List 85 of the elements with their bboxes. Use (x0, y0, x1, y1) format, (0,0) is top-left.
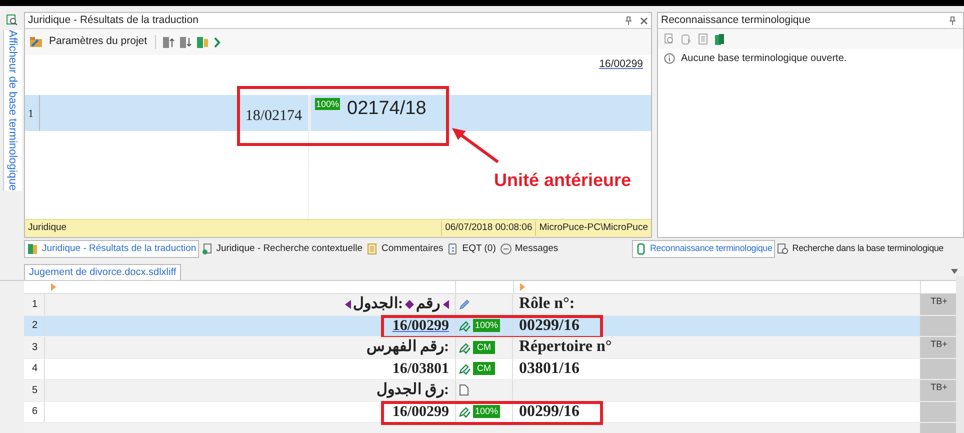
chevron-right-icon[interactable] (213, 36, 222, 48)
match-badge: 100% (315, 98, 340, 110)
status-user: MicroPuce-PC\MicroPuce (535, 221, 651, 236)
segment-row[interactable]: 4 16/03801 CM 03801/16 (24, 358, 958, 380)
source-text: 16/03801 (392, 360, 449, 378)
book-icon[interactable] (714, 32, 725, 46)
tag-icon (405, 300, 414, 309)
source-text: الجدول: (353, 295, 403, 314)
triangle-icon (51, 283, 56, 291)
panel-tab[interactable]: Recherche dans la base terminologique (775, 240, 946, 258)
tb-cell: TB+ (920, 337, 958, 358)
pin-icon[interactable] (625, 16, 632, 25)
source-text: رق الجدول: (376, 381, 449, 400)
tag-icon (442, 300, 449, 309)
panel-tab[interactable]: Juridique - Recherche contextuelle (199, 240, 364, 258)
panel-tab[interactable]: Messages (498, 240, 560, 258)
panel-tab[interactable]: Reconnaissance terminologique (632, 240, 776, 258)
messages-icon (500, 243, 512, 255)
match-badge: CM (473, 340, 495, 354)
row-number: 5 (24, 380, 45, 400)
dropdown-icon[interactable] (951, 269, 958, 274)
annotation-label: Unité antérieure (494, 169, 632, 192)
document-icon (458, 384, 471, 397)
status-name: Juridique (27, 221, 68, 236)
search-icon (777, 243, 790, 255)
source-text: رقم الفهرس: (366, 338, 449, 357)
pencil-check-icon (458, 340, 471, 354)
pointer-arrow (451, 127, 500, 164)
tb-cell (920, 358, 958, 379)
pencil-check-icon (458, 405, 471, 418)
pencil-icon (458, 298, 471, 311)
panel-title: Juridique - Résultats de la traduction (28, 12, 200, 28)
row-number: 2 (24, 316, 45, 336)
tb-cell: TB+ (920, 380, 958, 400)
row-number: 1 (24, 294, 45, 314)
source-text: 16/00299 (392, 316, 449, 336)
side-tab[interactable]: Afficheur de base terminologique (2, 30, 22, 191)
tag-icon (344, 300, 351, 309)
panel-title: Reconnaissance terminologique (661, 12, 812, 28)
match-badge: CM (473, 362, 495, 376)
target-text: Rôle n°: (519, 294, 575, 314)
source-text: 16/00299 (392, 402, 449, 422)
match-badge: 100% (473, 319, 500, 332)
target-text: Répertoire n° (519, 337, 612, 358)
panel-tab[interactable]: Juridique - Résultats de la traduction (24, 240, 200, 258)
target-text: 02174/18 (347, 98, 426, 120)
list-up-icon[interactable] (162, 36, 176, 48)
row-number: 3 (24, 337, 45, 358)
target-text: 00299/16 (519, 316, 580, 336)
source-text: رقم (416, 295, 440, 314)
scrollbar[interactable] (956, 276, 964, 433)
target-text: 00299/16 (519, 402, 580, 422)
tb-cell (920, 316, 958, 336)
status-date: 06/07/2018 00:08:06 (441, 221, 536, 236)
tb-cell: TB+ (920, 294, 958, 314)
row-number: 1 (25, 95, 40, 131)
segment-row[interactable]: 2 16/00299 100% 00299/16 (24, 316, 958, 337)
list-down-icon[interactable] (179, 36, 192, 48)
result-row[interactable]: 1 18/02174 100% 02174/18 (25, 95, 651, 131)
segment-row[interactable]: 6 16/00299 100% 00299/16 (24, 402, 958, 423)
list-apply-icon[interactable] (196, 36, 210, 48)
row-number: 4 (24, 358, 45, 379)
results-icon (27, 243, 39, 255)
comments-icon (366, 243, 378, 255)
panel-tab[interactable]: Commentaires (364, 240, 446, 258)
source-reference: 16/00299 (599, 57, 643, 71)
info-message: Aucune base terminologique ouverte. (681, 52, 847, 66)
folder-icon[interactable] (29, 36, 43, 48)
pencil-check-icon (458, 362, 471, 376)
info-icon (664, 53, 675, 64)
document-tab[interactable]: Jugement de divorce.docx.sdlxliff (24, 264, 182, 280)
match-badge: 100% (473, 405, 500, 418)
project-settings-button[interactable]: Paramètres du projet (47, 34, 150, 50)
source-text: 18/02174 (245, 107, 302, 126)
pencil-check-icon (458, 319, 471, 332)
close-icon[interactable] (640, 16, 648, 24)
search-icon[interactable] (6, 14, 18, 26)
search-context-icon (201, 243, 214, 255)
row-number: 6 (24, 402, 45, 422)
pin-icon[interactable] (949, 16, 956, 25)
target-text: 03801/16 (519, 358, 580, 379)
tb-cell (920, 402, 958, 422)
checklist-icon (447, 243, 460, 255)
panel-tab[interactable]: EQT (0) (445, 240, 498, 258)
triangle-icon (520, 283, 525, 291)
